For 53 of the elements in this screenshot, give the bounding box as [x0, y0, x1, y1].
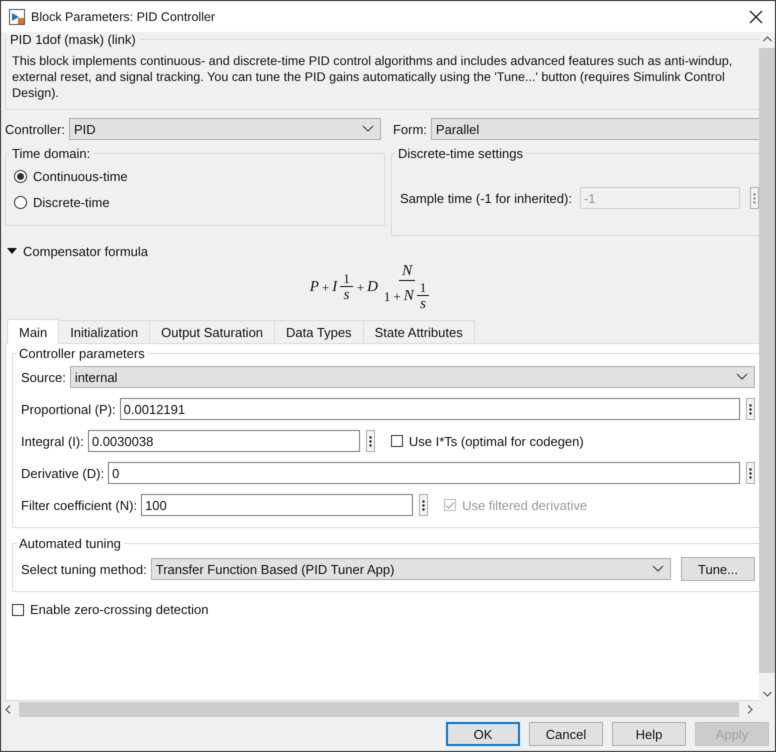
- group-title: Controller parameters: [18, 346, 146, 361]
- compensator-toggle[interactable]: Compensator formula: [7, 244, 148, 259]
- vertical-dots-icon: [753, 192, 756, 204]
- field-label: Select tuning method:: [21, 562, 147, 576]
- chevron-icon: [736, 373, 748, 381]
- dialog-button[interactable]: OK: [446, 722, 520, 746]
- more-options-button[interactable]: [419, 494, 428, 516]
- block-description: This block implements continuous- and discrete-time PID control algorithms and includes advanced features such as anti-windup, external reset, and signal tracking. You can tune the PID gains automatically using the 'Tune...' button (requires Simulink Control Design).: [12, 53, 734, 101]
- field-label: Form:: [392, 122, 427, 136]
- group-title: Automated tuning: [18, 536, 122, 551]
- field-label: Sample time (-1 for inherited):: [400, 190, 572, 206]
- checkbox-option[interactable]: Use I*Ts (optimal for codegen): [390, 434, 584, 448]
- tab[interactable]: Output Saturation: [149, 320, 276, 343]
- tab[interactable]: Data Types: [274, 320, 364, 343]
- chevron-icon: [652, 565, 664, 573]
- input-field[interactable]: 0.0012191: [120, 398, 740, 420]
- checkbox-option[interactable]: Enable zero-crossing detection: [12, 602, 759, 617]
- vertical-dots-icon: [749, 404, 752, 414]
- input-field[interactable]: 0: [108, 462, 740, 484]
- dialog-button[interactable]: Cancel: [529, 722, 603, 746]
- group-title: Time domain:: [11, 146, 92, 161]
- block-diagram-icon: [9, 8, 25, 24]
- tab[interactable]: Main: [7, 319, 60, 344]
- group-title: PID 1dof (mask) (link): [9, 32, 137, 47]
- vertical-dots-icon: [749, 468, 752, 478]
- more-options-button[interactable]: [746, 462, 755, 484]
- chevron-icon: [362, 125, 374, 133]
- field-label: Controller:: [5, 122, 65, 136]
- field-label: Proportional (P):: [21, 402, 116, 416]
- tab[interactable]: State Attributes: [362, 320, 475, 343]
- field-label: Derivative (D):: [21, 466, 104, 480]
- source-dropdown[interactable]: internal: [70, 366, 755, 388]
- form-dropdown[interactable]: Parallel: [430, 118, 759, 140]
- radio-option[interactable]: Discrete-time: [14, 189, 376, 215]
- tuning-method-dropdown[interactable]: Transfer Function Based (PID Tuner App): [150, 558, 671, 580]
- tune-button[interactable]: Tune...: [681, 557, 755, 581]
- controller-dropdown[interactable]: PID: [68, 118, 381, 140]
- field-label: Filter coefficient (N):: [21, 498, 138, 512]
- checkmark-icon: [445, 500, 456, 510]
- field-label: Integral (I):: [21, 434, 84, 448]
- vertical-dots-icon: [368, 436, 372, 446]
- group-title: Discrete-time settings: [397, 146, 524, 161]
- input-field[interactable]: 0.0030038: [88, 430, 360, 452]
- window-title: Block Parameters: PID Controller: [31, 10, 216, 24]
- more-options-button[interactable]: [366, 430, 375, 452]
- radio-option[interactable]: Continuous-time: [14, 163, 376, 189]
- field-label: Source:: [21, 370, 66, 384]
- close-icon[interactable]: [749, 10, 763, 24]
- input-field[interactable]: 100: [141, 494, 414, 516]
- dialog-button[interactable]: Help: [612, 722, 686, 746]
- vertical-dots-icon: [422, 500, 426, 510]
- more-options-button[interactable]: [746, 398, 755, 420]
- caret-icon: [7, 248, 17, 255]
